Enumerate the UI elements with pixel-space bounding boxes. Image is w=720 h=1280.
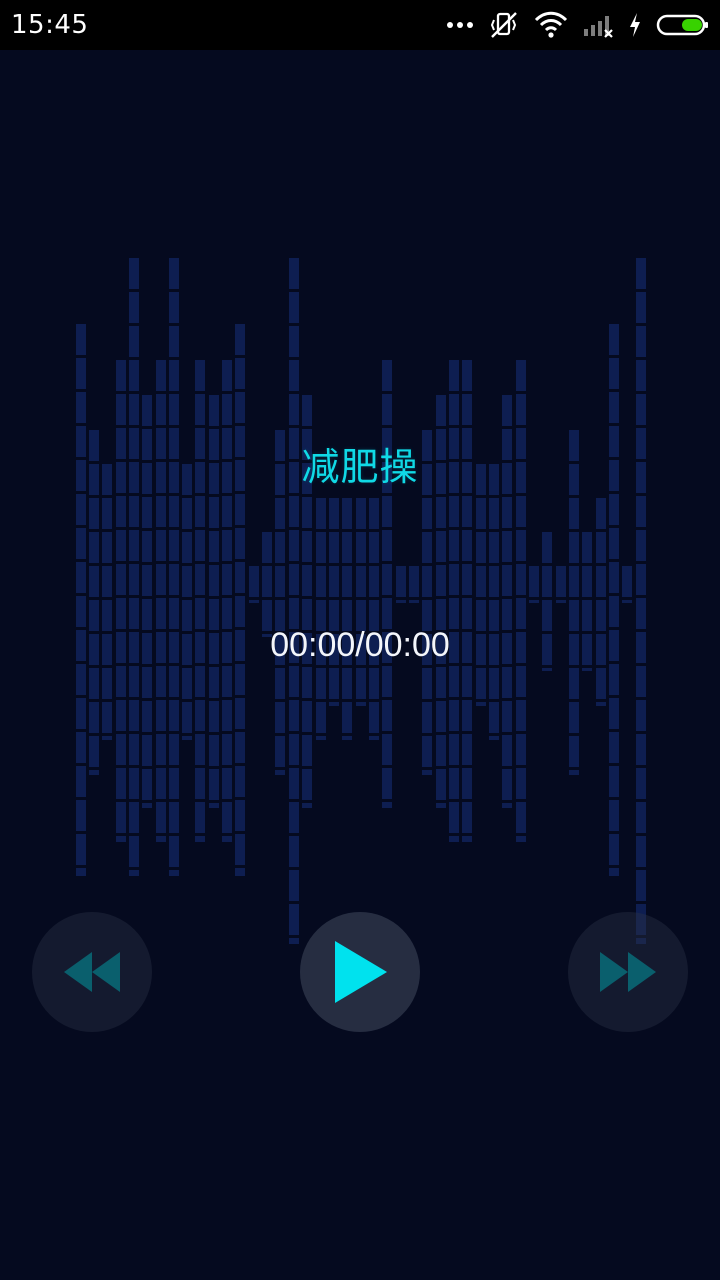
equalizer-bar	[622, 566, 632, 603]
fast-forward-button[interactable]	[568, 912, 688, 1032]
equalizer-bar	[76, 324, 86, 876]
equalizer-bar	[182, 464, 192, 740]
equalizer-bar	[342, 498, 352, 740]
equalizer-bar	[235, 324, 245, 876]
play-button[interactable]	[300, 912, 420, 1032]
equalizer-bar	[609, 324, 619, 876]
equalizer-bar	[222, 360, 232, 842]
equalizer-bar	[529, 566, 539, 603]
equalizer-bar	[489, 464, 499, 740]
equalizer-bar	[249, 566, 259, 603]
status-icons	[446, 0, 710, 50]
charging-icon	[628, 0, 642, 50]
equalizer-bar	[316, 498, 326, 740]
equalizer-bar	[396, 566, 406, 603]
equalizer-bar	[462, 360, 472, 842]
equalizer-bar	[102, 464, 112, 740]
music-player-screen: 15:45 减肥操 00:00/00:00	[0, 0, 720, 1280]
signal-icon	[582, 0, 614, 50]
equalizer-bar	[156, 360, 166, 842]
equalizer-bar	[356, 498, 366, 706]
equalizer-bar	[596, 498, 606, 706]
rewind-icon	[64, 952, 120, 992]
play-icon	[335, 941, 387, 1003]
equalizer-bar	[329, 498, 339, 706]
equalizer-bar	[195, 360, 205, 842]
equalizer-bar	[556, 566, 566, 603]
more-dots-icon	[446, 0, 474, 50]
equalizer-bar	[449, 360, 459, 842]
status-time: 15:45	[11, 10, 89, 40]
playback-time: 00:00/00:00	[270, 626, 450, 664]
equalizer-bar	[409, 566, 419, 603]
equalizer-bar	[369, 498, 379, 740]
rewind-button[interactable]	[32, 912, 152, 1032]
equalizer-bar	[129, 258, 139, 876]
equalizer-bar	[636, 258, 646, 944]
equalizer-bar	[382, 360, 392, 808]
fast-forward-icon	[600, 952, 656, 992]
mute-vibrate-icon	[488, 0, 520, 50]
equalizer-bar	[169, 258, 179, 876]
status-bar: 15:45	[0, 0, 720, 50]
song-title: 减肥操	[301, 445, 419, 489]
equalizer-bar	[289, 258, 299, 944]
wifi-icon	[534, 0, 568, 50]
equalizer-bar	[516, 360, 526, 842]
equalizer-bar	[116, 360, 126, 842]
battery-icon	[656, 0, 710, 50]
